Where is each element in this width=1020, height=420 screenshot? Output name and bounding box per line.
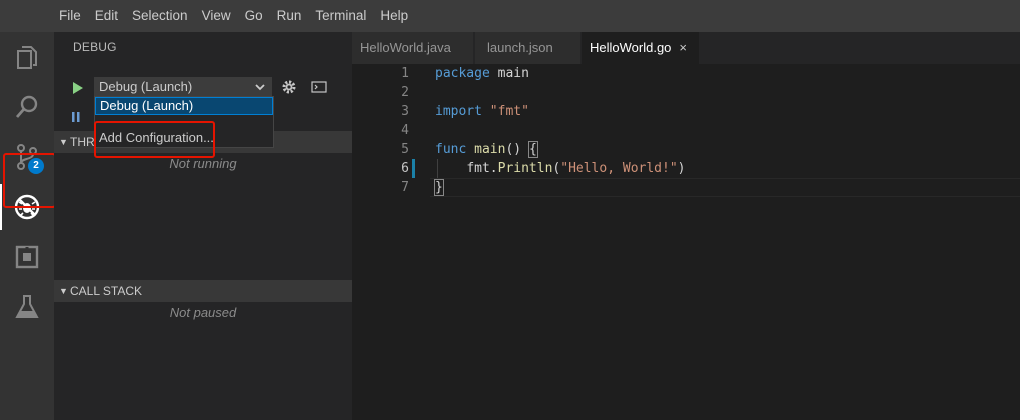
debug-console-icon[interactable] (311, 80, 327, 94)
debug-config-select[interactable]: Debug (Launch) (94, 77, 272, 97)
menu-view[interactable]: View (195, 0, 238, 32)
search-icon (15, 95, 38, 118)
extensions-button[interactable] (0, 232, 54, 282)
collapse-icon: ▼ (59, 286, 68, 296)
menu-terminal[interactable]: Terminal (308, 0, 373, 32)
gear-icon[interactable] (281, 79, 297, 95)
line-number: 5 (401, 142, 409, 157)
code-line: 5 func main() { (352, 140, 1020, 159)
collapse-icon: ▼ (59, 137, 68, 147)
menu-edit[interactable]: Edit (88, 0, 125, 32)
search-button[interactable] (0, 82, 54, 132)
code-line: 6 fmt.Println("Hello, World!") (352, 159, 1020, 178)
line-number: 7 (401, 180, 409, 195)
menu-help[interactable]: Help (373, 0, 415, 32)
menu-file[interactable]: File (52, 0, 88, 32)
modified-line-indicator (412, 159, 415, 178)
close-icon[interactable]: × (679, 40, 687, 55)
debug-config-value: Debug (Launch) (99, 79, 193, 94)
files-icon (17, 46, 37, 69)
activity-bar: 2 (0, 32, 54, 420)
code-line: 2 (352, 83, 1020, 102)
tab-helloworld-java[interactable]: HelloWorld.java (352, 32, 474, 64)
line-number: 3 (401, 104, 409, 119)
pause-icon (72, 112, 80, 122)
extensions-icon (15, 245, 39, 269)
code-line: 1 package main (352, 64, 1020, 83)
threads-empty-message: Not running (169, 156, 237, 171)
menu-bar: File Edit Selection View Go Run Terminal… (0, 0, 1020, 32)
flask-icon (15, 295, 39, 318)
line-number: 2 (401, 85, 409, 100)
chevron-down-icon (255, 84, 265, 91)
tab-label: HelloWorld.java (360, 40, 451, 55)
code-text: package main (435, 66, 529, 81)
callstack-title: CALL STACK (70, 284, 143, 298)
explorer-button[interactable] (0, 32, 54, 82)
code-text: } (434, 179, 444, 196)
highlight-box-debug (3, 153, 56, 208)
callstack-header[interactable]: ▼ CALL STACK (54, 280, 352, 302)
code-line: 3 import "fmt" (352, 102, 1020, 121)
sidebar-title: DEBUG (73, 40, 117, 54)
code-line: 4 (352, 121, 1020, 140)
code-editor[interactable]: 1 package main 2 3 import "fmt" 4 5 func… (352, 64, 1020, 420)
tab-label: launch.json (487, 40, 553, 55)
code-text: func main() { (435, 141, 538, 158)
menu-selection[interactable]: Selection (125, 0, 195, 32)
highlight-box-add-configuration (94, 121, 215, 158)
code-line-current: 7 } (352, 178, 1020, 197)
menu-go[interactable]: Go (238, 0, 270, 32)
menu-spacer (0, 0, 52, 32)
dropdown-option-debug-launch[interactable]: Debug (Launch) (95, 97, 273, 115)
play-icon[interactable] (72, 81, 84, 95)
code-text: fmt.Println("Hello, World!") (466, 161, 686, 176)
testing-button[interactable] (0, 282, 54, 332)
editor-tabs: HelloWorld.java launch.json HelloWorld.g… (352, 32, 1020, 64)
line-number: 6 (401, 161, 409, 176)
tab-launch-json[interactable]: launch.json (475, 32, 581, 64)
current-line-highlight (430, 178, 1020, 197)
menu-run[interactable]: Run (270, 0, 309, 32)
debug-sidebar: DEBUG Debug (Launch) ▼ THREADS Not runni… (54, 32, 352, 420)
line-number: 4 (401, 123, 409, 138)
code-text: import "fmt" (435, 104, 529, 119)
callstack-empty-message: Not paused (169, 305, 237, 320)
line-number: 1 (401, 66, 409, 81)
tab-helloworld-go[interactable]: HelloWorld.go × (582, 32, 700, 64)
tab-label: HelloWorld.go (590, 40, 672, 55)
